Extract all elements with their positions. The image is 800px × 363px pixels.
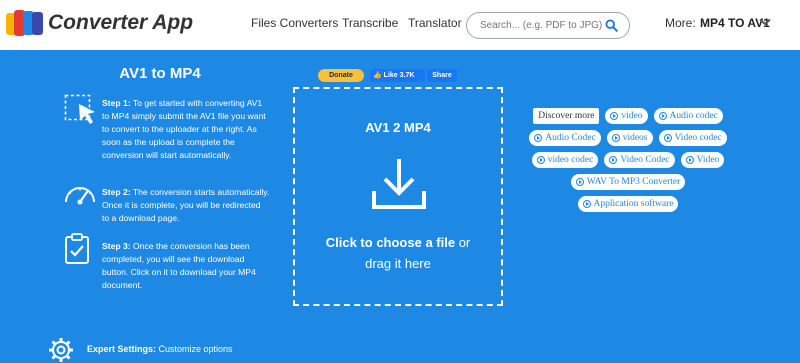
download-icon xyxy=(372,159,426,209)
choose-file-link[interactable]: Click to choose a file or xyxy=(295,235,501,250)
facebook-share-button[interactable]: Share xyxy=(427,69,457,82)
play-circle-icon xyxy=(685,156,694,164)
nav-transcribe[interactable]: Transcribe xyxy=(342,16,398,30)
page-title: AV1 to MP4 xyxy=(119,65,201,82)
step-3-text: Step 3: Once the conversion has been com… xyxy=(102,241,256,290)
more-label: More: xyxy=(665,16,696,30)
top-header: Converter App Files Converters Transcrib… xyxy=(0,0,800,50)
drag-here-text: drag it here xyxy=(365,256,431,271)
file-dropzone[interactable]: AV1 2 MP4 Click to choose a file or drag… xyxy=(293,87,503,306)
play-circle-icon xyxy=(575,178,584,186)
gear-icon[interactable] xyxy=(48,337,74,363)
play-circle-icon xyxy=(609,156,618,164)
play-circle-icon xyxy=(582,200,591,208)
tag-link[interactable]: Audio Codec xyxy=(529,130,601,146)
thumbs-up-icon: 👍 xyxy=(373,72,382,79)
nav-files-converters[interactable]: Files Converters xyxy=(251,16,338,30)
discover-more-label: Discover more xyxy=(533,108,600,124)
expert-settings-link[interactable]: Expert Settings: Customize options xyxy=(87,344,233,354)
tag-link[interactable]: Video xyxy=(680,152,725,168)
select-cursor-icon xyxy=(64,94,95,124)
search-box[interactable]: Search... (e.g. PDF to JPG) xyxy=(466,12,630,39)
tag-link[interactable]: WAV To MP3 Converter xyxy=(570,174,686,190)
speedometer-icon xyxy=(65,187,95,205)
brand-name[interactable]: Converter App xyxy=(48,11,193,35)
tag-link[interactable]: Video codec xyxy=(658,130,727,146)
nav-translator[interactable]: Translator xyxy=(408,16,462,30)
play-circle-icon xyxy=(658,112,667,120)
step-2-text: Step 2: The conversion starts automatica… xyxy=(102,187,270,223)
converter-app-logo[interactable] xyxy=(6,9,44,37)
dropzone-title: AV1 2 MP4 xyxy=(365,120,431,135)
facebook-like-button[interactable]: 👍 Like 3.7K xyxy=(370,69,425,82)
tag-link[interactable]: videos xyxy=(606,130,653,146)
tag-link[interactable]: Application software xyxy=(577,196,679,212)
play-circle-icon xyxy=(663,134,672,142)
play-circle-icon xyxy=(611,134,620,142)
clipboard-check-icon xyxy=(65,233,89,264)
tag-link[interactable]: video xyxy=(605,108,648,124)
play-circle-icon xyxy=(610,112,619,120)
step-1-text: Step 1: To get started with converting A… xyxy=(102,98,266,160)
play-circle-icon xyxy=(534,134,543,142)
search-input[interactable]: Search... (e.g. PDF to JPG) xyxy=(480,20,602,31)
search-icon[interactable] xyxy=(605,19,618,32)
tag-link[interactable]: video codec xyxy=(531,152,599,168)
chevron-down-icon[interactable] xyxy=(759,18,771,26)
discover-tags: Discover more video Audio codec Audio Co… xyxy=(523,108,733,212)
tag-link[interactable]: Audio codec xyxy=(653,108,723,124)
donate-button[interactable]: Donate xyxy=(318,69,364,82)
play-circle-icon xyxy=(536,156,545,164)
tag-link[interactable]: Video Codec xyxy=(604,152,675,168)
